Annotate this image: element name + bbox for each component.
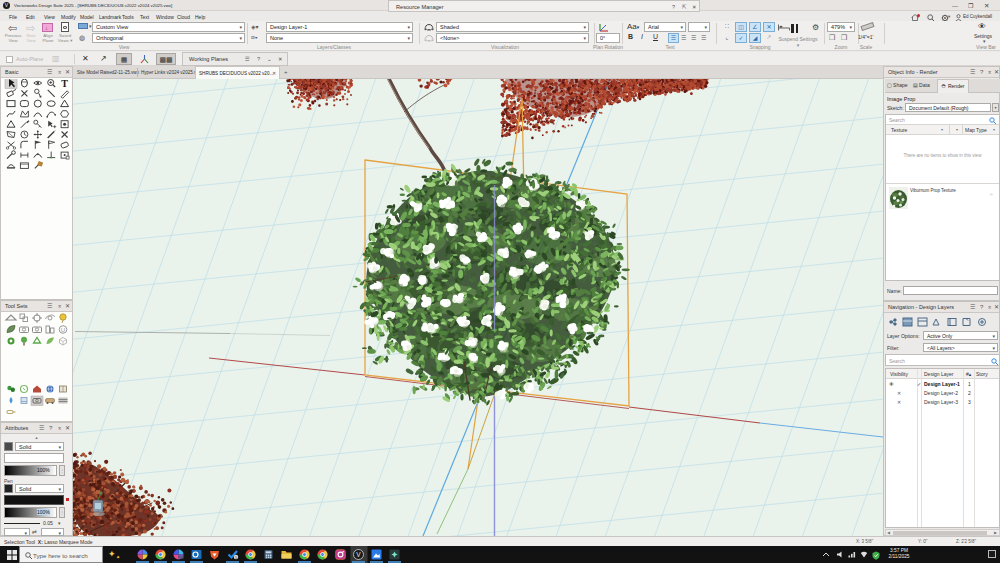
svg-text:U: U — [61, 327, 65, 333]
svg-text:T: T — [61, 79, 68, 89]
svg-text:V: V — [356, 551, 361, 558]
